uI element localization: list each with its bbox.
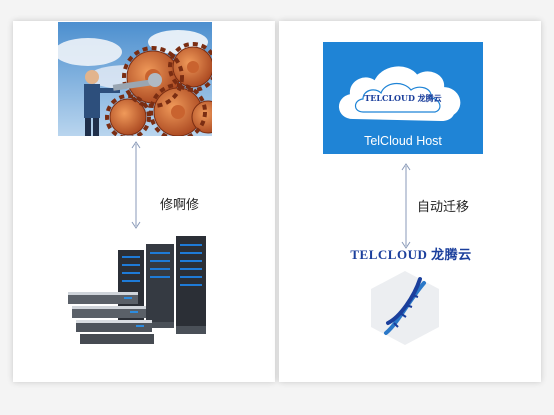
host-card-label: TelCloud Host xyxy=(364,134,442,148)
wrench-gears-icon xyxy=(58,22,212,136)
telcloud-brand-logo: TELCLOUD 龙腾云 xyxy=(350,247,472,262)
double-arrow-icon xyxy=(131,141,141,229)
repair-label: 修啊修 xyxy=(160,198,200,213)
dna-icon xyxy=(366,269,444,347)
server-rack-icon xyxy=(58,230,220,348)
auto-migration-label: 自动迁移 xyxy=(417,200,470,215)
double-arrow-icon xyxy=(401,163,411,249)
telcloud-host-card: TELCLOUD 龙腾云 TelCloud Host xyxy=(323,42,483,154)
cloud-logo-text: TELCLOUD 龙腾云 xyxy=(364,93,442,103)
